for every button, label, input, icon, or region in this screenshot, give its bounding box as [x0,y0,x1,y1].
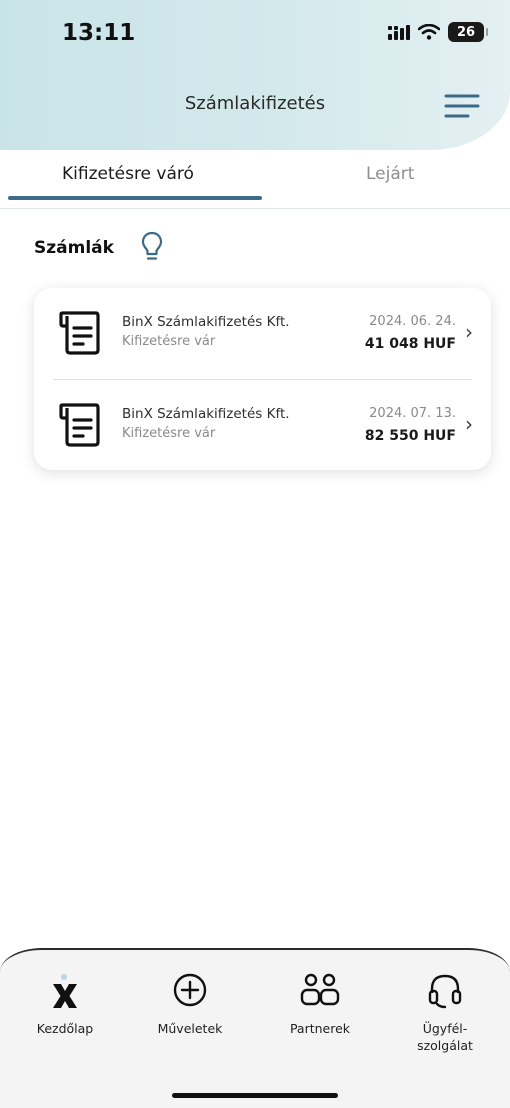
active-tab-indicator [8,196,262,200]
invoice-date: 2024. 07. 13. [369,406,456,421]
bottom-nav: Kezdőlap Műveletek Partnerek Ügyfél- szo… [0,948,510,1108]
wifi-icon [418,24,440,40]
status-time: 13:11 [62,20,136,46]
invoice-amount: 82 550 HUF [364,428,456,444]
nav-operations-label: Műveletek [157,1021,223,1036]
nav-home[interactable]: Kezdőlap [10,970,120,1037]
invoice-company: BinX Számlakifizetés Kft. [122,314,290,330]
invoice-document-icon [59,403,100,447]
partners-icon [265,970,375,1010]
invoice-row[interactable]: BinX Számlakifizetés Kft. Kifizetésre vá… [34,288,491,378]
tab-bar: Kifizetésre váró Lejárt [0,150,510,209]
app-header: 13:11 26 Számlakifizetés [0,0,510,150]
chevron-right-icon: › [465,320,473,344]
chevron-right-icon: › [465,412,473,436]
lightbulb-icon[interactable] [141,231,163,267]
hamburger-menu-icon [444,94,480,118]
tab-pending[interactable]: Kifizetésre váró [62,164,194,184]
nav-support-label: Ügyfél- szolgálat [417,1021,473,1053]
invoice-status: Kifizetésre vár [122,426,216,441]
menu-button[interactable] [444,92,480,120]
invoice-amount: 41 048 HUF [364,336,456,352]
home-indicator [172,1093,338,1098]
battery-level: 26 [456,24,476,40]
invoice-status: Kifizetésre vár [122,334,216,349]
nav-home-label: Kezdőlap [36,1021,94,1036]
battery-icon: 26 [448,22,488,42]
invoice-row[interactable]: BinX Számlakifizetés Kft. Kifizetésre vá… [34,380,491,470]
signal-icon [388,25,410,40]
nav-partners[interactable]: Partnerek [265,970,375,1037]
nav-support[interactable]: Ügyfél- szolgálat [390,970,500,1054]
nav-operations[interactable]: Műveletek [135,970,245,1037]
section-title: Számlák [34,238,114,258]
page-title: Számlakifizetés [184,93,326,114]
home-x-logo-icon [10,970,120,1010]
invoice-document-icon [59,311,100,355]
status-icons: 26 [388,22,488,42]
headset-icon [390,970,500,1010]
plus-circle-icon [135,970,245,1010]
invoice-date: 2024. 06. 24. [369,314,456,329]
tab-expired[interactable]: Lejárt [366,164,414,184]
invoice-company: BinX Számlakifizetés Kft. [122,406,290,422]
nav-partners-label: Partnerek [289,1021,351,1036]
invoice-card: BinX Számlakifizetés Kft. Kifizetésre vá… [34,288,491,470]
